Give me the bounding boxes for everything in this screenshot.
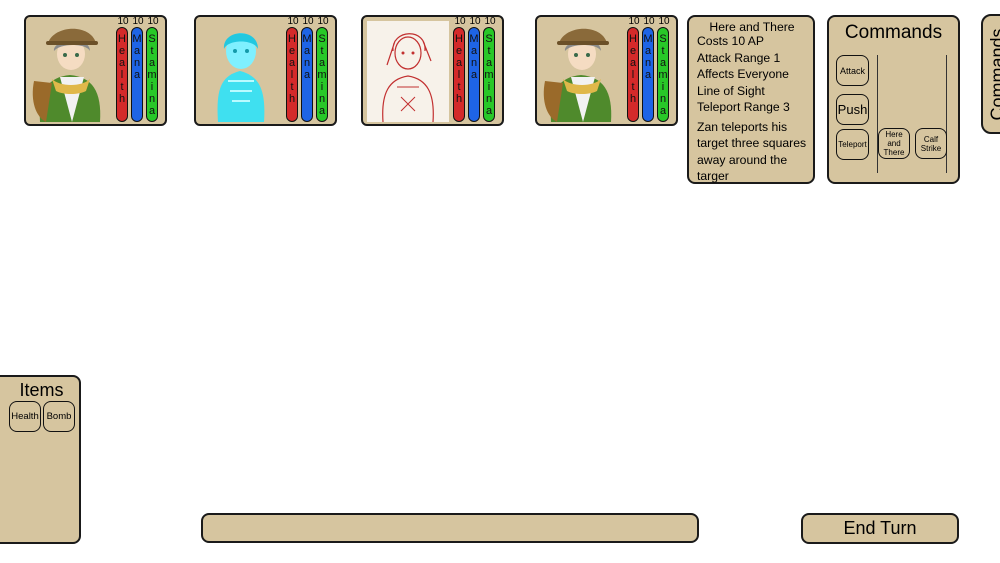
ability-info-panel: Here and There Costs 10 AP Attack Range 1…: [687, 15, 815, 184]
commands-panel: Commands Attack Push Teleport Here and The…: [827, 15, 960, 184]
zan-portrait: [541, 21, 623, 122]
stamina-bar-label: S t a m i n a: [147, 33, 157, 117]
items-panel: Items Health Bomb: [0, 375, 81, 544]
message-bar: [201, 513, 699, 543]
health-bar-label: H e a l t h: [629, 33, 637, 105]
ability-description: Zan teleports his target three squares a…: [697, 119, 807, 184]
ghost-portrait: [200, 21, 282, 122]
commands-side-tab-label: Commands: [987, 28, 1000, 121]
party-member-card[interactable]: 10 H e a l t h 10 M a n a 10 S t a m i n a: [24, 15, 167, 126]
mana-bar-label: M a n a: [469, 33, 479, 81]
ability-title: Here and There: [709, 20, 795, 34]
item-bomb-button[interactable]: Bomb: [43, 401, 75, 432]
commands-title: Commands: [844, 22, 943, 43]
command-push-button[interactable]: Push: [836, 94, 869, 125]
mana-bar-label: M a n a: [643, 33, 653, 81]
stamina-bar-label: S t a m i n a: [317, 33, 327, 117]
stamina-value: 10: [147, 16, 159, 27]
ability-stat-line: Attack Range 1: [697, 50, 781, 65]
item-health-button[interactable]: Health: [9, 401, 41, 432]
stamina-value: 10: [317, 16, 329, 27]
ability-stat-line: Line of Sight: [697, 83, 765, 98]
mana-bar-label: M a n a: [132, 33, 142, 81]
party-member-card[interactable]: 10 H e a l t h 10 M a n a 10 S t a m i n a: [361, 15, 504, 126]
items-title: Items: [19, 380, 64, 400]
stamina-value: 10: [658, 16, 670, 27]
zan-portrait: [30, 21, 112, 122]
party-member-card[interactable]: 10 H e a l t h 10 M a n a 10 S t a m i n a: [194, 15, 337, 126]
command-here-and-there-button[interactable]: Here and There: [878, 128, 910, 159]
commands-divider-right: [946, 55, 947, 173]
sketch-portrait: [367, 21, 449, 122]
commands-divider-left: [877, 55, 878, 173]
stamina-value: 10: [484, 16, 496, 27]
ability-stats: Costs 10 AP Attack Range 1 Affects Everyon…: [697, 33, 813, 116]
party-member-card[interactable]: 10 H e a l t h 10 M a n a 10 S t a m i n a: [535, 15, 678, 126]
command-calf-strike-button[interactable]: Calf Strike: [915, 128, 947, 159]
stamina-bar-label: S t a m i n a: [484, 33, 494, 117]
mana-bar-label: M a n a: [302, 33, 312, 81]
ability-stat-line: Costs 10 AP: [697, 34, 765, 48]
end-turn-button[interactable]: End Turn: [801, 513, 959, 544]
ability-stat-line: Affects Everyone: [697, 67, 789, 81]
stamina-bar-label: S t a m i n a: [658, 33, 668, 117]
end-turn-label: End Turn: [843, 518, 917, 538]
health-bar-label: H e a l t h: [288, 33, 296, 105]
health-bar-label: H e a l t h: [455, 33, 463, 105]
ability-stat-line: Teleport Range 3: [697, 100, 790, 114]
command-teleport-button[interactable]: Teleport: [836, 129, 869, 160]
health-bar-label: H e a l t h: [118, 33, 126, 105]
commands-side-tab[interactable]: Commands: [981, 14, 1000, 134]
command-attack-button[interactable]: Attack: [836, 55, 869, 86]
